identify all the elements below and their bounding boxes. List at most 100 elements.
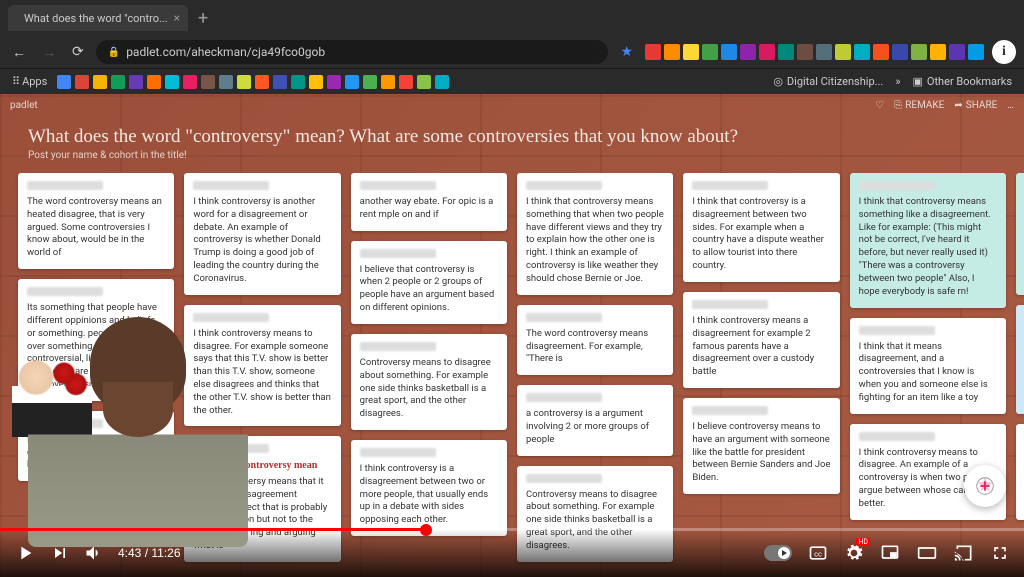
extension-icon[interactable] <box>683 44 699 60</box>
post-card[interactable]: i think it means disagree with some one … <box>1016 424 1024 520</box>
padlet-title: What does the word "controversy" mean? W… <box>28 126 996 148</box>
bookmark-icon[interactable] <box>57 75 71 89</box>
bookmark-icon[interactable] <box>327 75 341 89</box>
post-body: I believe controversy means to have an a… <box>692 421 830 485</box>
reload-button[interactable]: ⟳ <box>68 44 88 60</box>
extension-icon[interactable] <box>740 44 756 60</box>
bookmark-icon[interactable] <box>147 75 161 89</box>
apps-icon: ⠿ <box>12 75 18 88</box>
post-card[interactable]: I think controversy is another word for … <box>184 173 340 295</box>
bookmarks-chevron-icon[interactable]: » <box>895 75 900 88</box>
bookmark-icon[interactable] <box>381 75 395 89</box>
bookmark-icon[interactable] <box>255 75 269 89</box>
post-card[interactable]: The word controversy means disagreement.… <box>517 305 673 375</box>
extension-icon[interactable] <box>702 44 718 60</box>
add-post-button[interactable] <box>964 465 1006 507</box>
post-card[interactable]: I believe that controversy is when 2 peo… <box>351 241 507 324</box>
profile-avatar[interactable]: i <box>992 40 1016 64</box>
autoplay-toggle[interactable] <box>764 545 792 561</box>
post-card[interactable]: I think controversy is a disagreement be… <box>351 440 507 536</box>
extension-icon[interactable] <box>778 44 794 60</box>
extension-icon[interactable] <box>873 44 889 60</box>
post-card[interactable]: a controversy is a argument involving 2 … <box>517 385 673 455</box>
bookmark-icon[interactable] <box>417 75 431 89</box>
share-button[interactable]: ➦ SHARE <box>954 100 997 111</box>
settings-button[interactable]: HD <box>844 543 864 563</box>
bookmark-icon[interactable] <box>363 75 377 89</box>
extension-icon[interactable] <box>759 44 775 60</box>
bookmarks-bar: ⠿ Apps ◎ Digital Citizenship... » ▣ Othe… <box>0 68 1024 94</box>
url-field[interactable]: 🔒 padlet.com/aheckman/cja49fco0gob <box>96 40 609 64</box>
bookmark-icon[interactable] <box>75 75 89 89</box>
cast-button[interactable] <box>954 543 974 563</box>
bookmark-icon[interactable] <box>183 75 197 89</box>
heart-icon[interactable]: ♡ <box>875 100 884 111</box>
theater-button[interactable] <box>916 543 938 563</box>
extension-icon[interactable] <box>721 44 737 60</box>
bookmark-icon[interactable] <box>309 75 323 89</box>
back-button[interactable]: ← <box>8 44 30 61</box>
bookmark-icon[interactable] <box>111 75 125 89</box>
captions-button[interactable]: cc <box>808 543 828 563</box>
padlet-logo[interactable]: padlet <box>10 100 38 111</box>
bookmark-digital-citizenship[interactable]: ◎ Digital Citizenship... <box>769 73 887 90</box>
miniplayer-button[interactable] <box>880 543 900 563</box>
post-card[interactable]: I think that it means disagreement, and … <box>850 318 1006 414</box>
post-author-blurred <box>859 326 935 335</box>
extension-icon[interactable] <box>854 44 870 60</box>
post-card[interactable]: I believe controversy means a disagreeme… <box>1016 173 1024 295</box>
post-body: I think that it means disagreement, and … <box>859 341 997 405</box>
bookmark-icon[interactable] <box>201 75 215 89</box>
new-tab-button[interactable]: + <box>192 8 214 29</box>
fullscreen-button[interactable] <box>990 543 1010 563</box>
forward-button[interactable]: → <box>38 44 60 61</box>
bookmark-icon[interactable] <box>129 75 143 89</box>
more-button[interactable]: … <box>1007 100 1014 111</box>
post-body: another way ebate. For opic is a rent mp… <box>360 196 498 222</box>
bookmark-icon[interactable] <box>219 75 233 89</box>
other-bookmarks[interactable]: ▣ Other Bookmarks <box>908 73 1016 90</box>
bookmark-icon[interactable] <box>165 75 179 89</box>
extension-icon[interactable] <box>968 44 984 60</box>
bookmark-icon[interactable] <box>399 75 413 89</box>
bookmark-icon[interactable] <box>237 75 251 89</box>
bookmark-icon[interactable] <box>345 75 359 89</box>
post-card[interactable]: I think that controversy means something… <box>850 173 1006 308</box>
post-author-blurred <box>692 300 768 309</box>
extension-icon[interactable] <box>797 44 813 60</box>
remake-button[interactable]: ⎘ REMAKE <box>894 100 944 111</box>
apps-button[interactable]: ⠿ Apps <box>8 73 51 90</box>
post-card[interactable]: The word controversy means an heated dis… <box>18 173 174 269</box>
video-progress-bar[interactable] <box>0 528 1024 531</box>
post-body: I believe that controversy is when 2 peo… <box>360 264 498 315</box>
post-card[interactable]: I believe controversy means to have an a… <box>683 398 839 494</box>
lock-icon: 🔒 <box>108 47 120 58</box>
close-tab-icon[interactable]: × <box>174 11 180 25</box>
bookmark-icon[interactable] <box>93 75 107 89</box>
bookmark-icon[interactable] <box>291 75 305 89</box>
extension-icon[interactable] <box>664 44 680 60</box>
extension-icon[interactable] <box>892 44 908 60</box>
post-card[interactable]: another way ebate. For opic is a rent mp… <box>351 173 507 231</box>
post-body: I think that controversy is a disagreeme… <box>692 196 830 273</box>
extension-icon[interactable] <box>930 44 946 60</box>
bookmark-icon[interactable] <box>273 75 287 89</box>
post-card[interactable]: I believe that the word controversy mean… <box>1016 305 1024 414</box>
post-card[interactable]: I think that controversy is a disagreeme… <box>683 173 839 282</box>
extension-icon[interactable] <box>835 44 851 60</box>
post-card[interactable]: Controversy means to disagree about some… <box>351 334 507 430</box>
post-author-blurred <box>859 181 935 190</box>
padlet-topbar: padlet ♡ ⎘ REMAKE ➦ SHARE … <box>0 94 1024 116</box>
post-card[interactable]: I think controversy means a disagreement… <box>683 292 839 388</box>
browser-tab[interactable]: What does the word "contro... × <box>8 5 188 31</box>
extension-icon[interactable] <box>645 44 661 60</box>
post-body: I think controversy is a disagreement be… <box>360 463 498 527</box>
extension-icon[interactable] <box>816 44 832 60</box>
post-card[interactable]: I think that controversy means something… <box>517 173 673 295</box>
extension-icon[interactable] <box>911 44 927 60</box>
star-icon[interactable]: ★ <box>616 44 637 60</box>
post-author-blurred <box>859 432 935 441</box>
bookmark-icon[interactable] <box>435 75 449 89</box>
svg-text:cc: cc <box>814 549 822 558</box>
extension-icon[interactable] <box>949 44 965 60</box>
